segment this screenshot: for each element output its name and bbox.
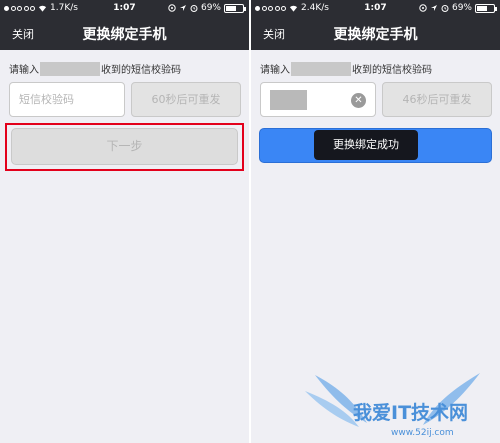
resend-button[interactable]: 46秒后可重发 — [382, 82, 492, 117]
nav-bar: 关闭 更换绑定手机 — [251, 17, 500, 50]
nav-bar: 关闭 更换绑定手机 — [0, 17, 249, 50]
status-right: 69% — [419, 3, 497, 13]
status-right: 69% — [168, 3, 246, 13]
prompt-suffix: 收到的短信校验码 — [101, 65, 181, 76]
sms-code-input[interactable] — [10, 83, 124, 116]
code-prompt: 请输入 收到的短信校验码 — [260, 61, 432, 76]
masked-phone-number — [40, 61, 100, 76]
alarm-icon — [441, 5, 449, 12]
status-bar: 1.7K/s 1:07 69% — [0, 0, 249, 17]
sms-code-field — [9, 82, 125, 117]
next-step-button[interactable]: 下一步 — [11, 128, 238, 165]
code-prompt: 请输入 收到的短信校验码 — [9, 61, 181, 76]
battery-fill — [477, 5, 488, 11]
status-bar: 2.4K/s 1:07 69% — [251, 0, 500, 17]
alarm-icon — [190, 5, 198, 12]
resend-button[interactable]: 60秒后可重发 — [131, 82, 241, 117]
lock-icon — [419, 4, 427, 12]
page-title: 更换绑定手机 — [82, 27, 167, 43]
battery-fill — [226, 5, 237, 11]
phone-screen-left: 1.7K/s 1:07 69% 关闭 更换绑定手机 请输入 收到的短信校验码 6… — [0, 0, 249, 443]
sms-code-field[interactable]: ✕ — [260, 82, 376, 117]
battery-percent: 69% — [451, 3, 472, 13]
location-arrow-icon — [179, 5, 186, 11]
masked-entered-code — [270, 90, 307, 110]
lock-icon — [168, 4, 176, 12]
location-arrow-icon — [430, 5, 437, 11]
phone-screen-right: 2.4K/s 1:07 69% 关闭 更换绑定手机 请输入 收到的短信校验码 ✕… — [251, 0, 500, 443]
battery-icon — [224, 3, 246, 13]
battery-icon — [475, 3, 497, 13]
prompt-prefix: 请输入 — [9, 65, 39, 76]
prompt-suffix: 收到的短信校验码 — [352, 65, 432, 76]
success-toast: 更换绑定成功 — [314, 130, 418, 160]
battery-percent: 69% — [200, 3, 221, 13]
prompt-prefix: 请输入 — [260, 65, 290, 76]
highlight-box: 下一步 — [5, 123, 244, 171]
page-title: 更换绑定手机 — [333, 27, 418, 43]
masked-phone-number — [291, 61, 351, 76]
clear-icon[interactable]: ✕ — [351, 93, 366, 108]
